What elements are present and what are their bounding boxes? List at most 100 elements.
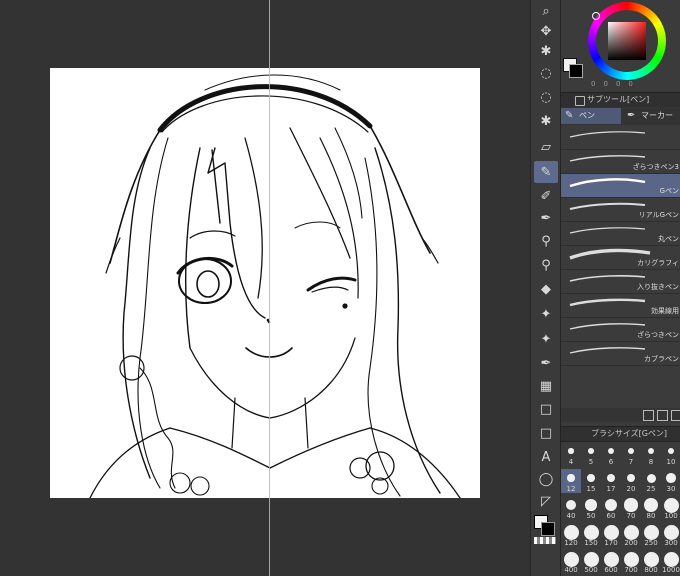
brush-size-cell[interactable]: 300 [661,523,680,547]
vertical-guide-line[interactable] [269,0,270,576]
brush-size-dot [643,524,659,540]
drawing-canvas[interactable] [50,68,480,499]
brush-size-cell[interactable]: 17 [601,469,621,493]
brush-size-label: 6 [608,458,614,466]
brush-item[interactable]: 効果線用 [561,294,680,318]
brush-size-title: ブラシサイズ[Gペン] [591,429,668,438]
brush-size-cell[interactable]: 400 [561,550,581,574]
brush-size-dot [603,551,619,567]
brush-size-cell[interactable]: 700 [621,550,641,574]
brush-size-cell[interactable]: 6 [601,442,621,466]
brush-list: ざらつきペン3 Gペン リアルGペン 丸ペン カリグラフィ 入り抜きペン 効果線… [561,126,680,406]
balloon-tool-icon[interactable]: ◯ [534,468,558,490]
select-tool-icon[interactable]: ✱ [534,110,558,132]
brush-item[interactable] [561,126,680,150]
brush-size-cell[interactable]: 25 [641,469,661,493]
brush-size-cell[interactable]: 12 [561,469,581,493]
brush-size-dot [663,497,679,513]
move-tool-icon[interactable]: ✥ [534,20,558,42]
figure-tool-icon[interactable]: □ [534,422,558,444]
copy-icon[interactable] [657,410,668,421]
pen-tool-icon[interactable]: ✎ [534,161,558,183]
brush-size-cell[interactable]: 100 [661,496,680,520]
lasso-tool-icon[interactable]: ◌ [534,86,558,108]
brush-size-dot [563,524,579,540]
brush-size-cell[interactable]: 60 [601,496,621,520]
brush-item[interactable]: カリグラフィ [561,246,680,270]
brush-size-dot [587,474,595,482]
brush-size-dot [663,524,679,540]
brush-size-dot [583,524,599,540]
airbrush-tool-icon[interactable]: ⚲ [534,230,558,252]
brush-size-cell[interactable]: 250 [641,523,661,547]
brush-item[interactable]: 丸ペン [561,222,680,246]
zoom-tool-icon[interactable]: ⌕ [534,0,558,22]
brush-size-label: 700 [624,566,638,574]
panel-sub-color-swatch[interactable] [569,64,583,78]
brush-size-cell[interactable]: 600 [601,550,621,574]
brush-tool-icon[interactable]: ✒ [534,352,558,374]
tab-pen[interactable]: ✎ ペン [561,108,621,124]
brush-size-cell[interactable]: 40 [561,496,581,520]
text-tool-icon[interactable]: A [534,446,558,468]
brush-item[interactable]: カブラペン [561,342,680,366]
color-saturation-square[interactable] [608,22,646,60]
brush-size-cell[interactable]: 7 [621,442,641,466]
brush-size-cell[interactable]: 170 [601,523,621,547]
brush-size-label: 800 [644,566,658,574]
brush-tool-icon[interactable]: ✒ [534,207,558,229]
brush-size-dot [624,498,638,512]
fill-tool-icon[interactable]: ◆ [534,278,558,300]
brush-size-cell[interactable]: 8 [641,442,661,466]
brush-size-cell[interactable]: 500 [581,550,601,574]
magic-wand-tool-icon[interactable]: ✱ [534,40,558,62]
brush-size-dot [567,474,575,482]
pencil-tool-icon[interactable]: ✐ [534,185,558,207]
brush-size-cell[interactable]: 50 [581,496,601,520]
blend-tool-icon[interactable]: ✦ [534,328,558,350]
tab-marker[interactable]: ✒ マーカー [623,108,680,124]
color-value-3: 0 [615,80,621,88]
brush-size-cell[interactable]: 5 [581,442,601,466]
brush-item[interactable]: リアルGペン [561,198,680,222]
gradient-tool-icon[interactable]: ▦ [534,375,558,397]
brush-size-cell[interactable]: 150 [581,523,601,547]
lasso-tool-icon[interactable]: ◌ [534,62,558,84]
brush-size-dot [644,498,658,512]
add-icon[interactable] [643,410,654,421]
delete-icon[interactable] [671,410,680,421]
brush-size-cell[interactable]: 10 [661,442,680,466]
brush-size-cell[interactable]: 80 [641,496,661,520]
transparent-color-chip[interactable] [534,537,556,544]
color-wheel[interactable] [588,2,666,80]
blend-tool-icon[interactable]: ✦ [534,303,558,325]
eraser-tool-icon[interactable]: ▱ [534,136,558,158]
brush-size-cell[interactable]: 4 [561,442,581,466]
brush-size-dot [663,551,679,567]
ruler-tool-icon[interactable]: ◸ [534,490,558,512]
brush-size-dot [588,448,594,454]
brush-size-label: 400 [564,566,578,574]
brush-item-selected[interactable]: Gペン [561,174,680,198]
brush-size-cell[interactable]: 30 [661,469,680,493]
brush-size-cell[interactable]: 20 [621,469,641,493]
brush-item[interactable]: ざらつきペン3 [561,150,680,174]
brush-size-cell[interactable]: 1000 [661,550,680,574]
hue-marker[interactable] [592,12,600,20]
brush-size-cell[interactable]: 800 [641,550,661,574]
sub-color-chip[interactable] [541,522,555,536]
brush-size-cell[interactable]: 120 [561,523,581,547]
airbrush-tool-icon[interactable]: ⚲ [534,254,558,276]
brush-size-label: 170 [604,539,618,547]
brush-size-cell[interactable]: 15 [581,469,601,493]
brush-size-label: 10 [666,458,676,466]
subtool-icon [575,96,585,106]
brush-item[interactable]: ざらつきペン [561,318,680,342]
figure-tool-icon[interactable]: □ [534,398,558,420]
brush-size-cell[interactable]: 70 [621,496,641,520]
brush-item[interactable]: 入り抜きペン [561,270,680,294]
brush-size-label: 250 [644,539,658,547]
brush-size-dot [603,524,619,540]
brush-size-dot [583,551,599,567]
brush-size-cell[interactable]: 200 [621,523,641,547]
